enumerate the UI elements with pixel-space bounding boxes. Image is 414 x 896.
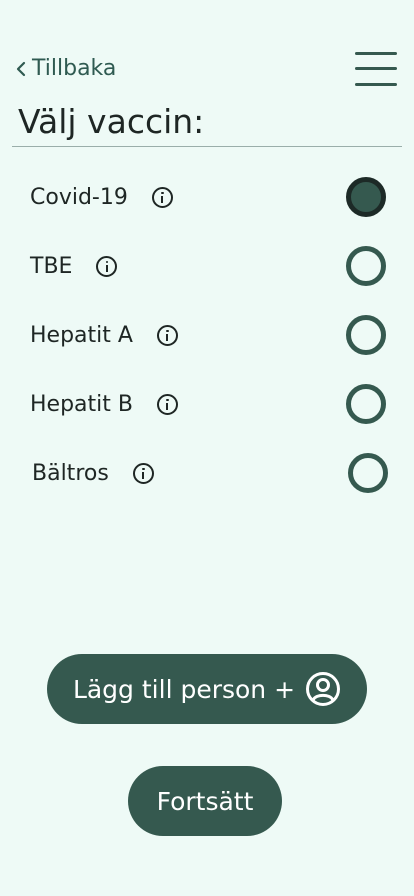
- info-icon[interactable]: [151, 186, 173, 208]
- radio-button[interactable]: [346, 315, 386, 355]
- info-icon[interactable]: [96, 255, 118, 277]
- info-icon[interactable]: [156, 324, 178, 346]
- add-person-button[interactable]: Lägg till person +: [47, 654, 367, 724]
- vaccine-label: Hepatit A: [30, 322, 133, 348]
- title-divider: [12, 146, 402, 147]
- add-person-label: Lägg till person +: [72, 674, 296, 704]
- back-button[interactable]: Tillbaka: [14, 56, 116, 81]
- user-circle-icon: [306, 672, 341, 706]
- vaccine-option-tbe[interactable]: TBE: [30, 244, 386, 288]
- back-label: Tillbaka: [32, 56, 117, 81]
- vaccine-option-covid-19[interactable]: Covid-19: [30, 175, 386, 219]
- info-icon[interactable]: [132, 462, 154, 484]
- vaccine-label: Covid-19: [30, 184, 128, 210]
- vaccine-label: Hepatit B: [30, 391, 133, 417]
- vaccine-option-hepatit-b[interactable]: Hepatit B: [30, 382, 386, 426]
- hamburger-menu-icon[interactable]: [355, 52, 397, 88]
- radio-button-selected[interactable]: [346, 177, 386, 217]
- radio-button[interactable]: [346, 384, 386, 424]
- vaccine-option-baltros[interactable]: Bältros: [32, 451, 388, 495]
- continue-button[interactable]: Fortsätt: [128, 766, 282, 836]
- info-icon[interactable]: [156, 393, 178, 415]
- vaccine-label: Bältros: [32, 460, 109, 486]
- radio-button[interactable]: [348, 453, 388, 493]
- chevron-left-icon: [16, 61, 26, 76]
- radio-button[interactable]: [346, 246, 386, 286]
- page-title: Välj vaccin:: [18, 102, 205, 141]
- vaccine-label: TBE: [30, 253, 73, 279]
- vaccine-option-hepatit-a[interactable]: Hepatit A: [30, 313, 386, 357]
- continue-label: Fortsätt: [156, 786, 254, 816]
